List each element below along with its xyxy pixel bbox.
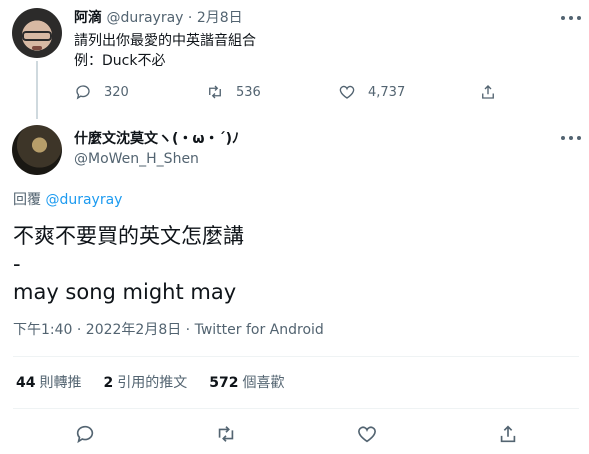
tweet-line: - bbox=[13, 252, 21, 276]
tweet-text: 不爽不要買的英文怎麼講 - may song might may bbox=[13, 222, 244, 306]
like-count: 4,737 bbox=[368, 84, 406, 100]
retweet-button[interactable]: 536 bbox=[206, 82, 261, 102]
thread-connector-line bbox=[36, 61, 38, 119]
share-button[interactable] bbox=[496, 422, 520, 446]
parent-handle[interactable]: @durayray bbox=[106, 10, 183, 26]
like-button[interactable]: 4,737 bbox=[338, 82, 405, 102]
parent-display-name[interactable]: 阿滴 bbox=[74, 10, 102, 26]
heart-icon bbox=[339, 85, 355, 99]
author-display-name[interactable]: 什麼文沈莫文ヽ(・ω・´)ﾉ bbox=[74, 130, 239, 148]
reply-button[interactable]: 320 bbox=[74, 82, 129, 102]
share-button[interactable] bbox=[479, 82, 497, 102]
author-handle[interactable]: @MoWen_H_Shen bbox=[74, 150, 199, 168]
reply-to-handle[interactable]: @durayray bbox=[45, 192, 122, 208]
retweets-stat-count: 44 bbox=[16, 375, 36, 391]
likes-stat-count: 572 bbox=[209, 375, 239, 391]
retweet-icon bbox=[209, 85, 221, 99]
like-button[interactable] bbox=[355, 422, 379, 446]
retweets-stat-label: 則轉推 bbox=[39, 375, 82, 391]
share-icon bbox=[482, 85, 494, 99]
tweet-timestamp-source[interactable]: 下午1:40 · 2022年2月8日 · Twitter for Android bbox=[13, 321, 324, 339]
parent-avatar[interactable] bbox=[12, 8, 62, 58]
parent-tweet-line: 例：Duck不必 bbox=[74, 53, 166, 69]
parent-tweet-text: 請列出你最愛的中英諧音組合 例：Duck不必 bbox=[74, 31, 256, 71]
reply-button[interactable] bbox=[73, 422, 97, 446]
divider bbox=[13, 356, 579, 357]
likes-stat[interactable]: 572 個喜歡 bbox=[209, 374, 284, 392]
replying-to: 回覆 @durayray bbox=[13, 191, 122, 209]
retweet-button[interactable] bbox=[214, 422, 238, 446]
main-action-bar bbox=[0, 422, 589, 446]
tweet-line: 不爽不要買的英文怎麼講 bbox=[13, 224, 244, 248]
parent-date[interactable]: 2月8日 bbox=[197, 10, 243, 26]
tweet-line: may song might may bbox=[13, 280, 237, 304]
more-dots-icon[interactable] bbox=[561, 135, 581, 141]
parent-tweet-line: 請列出你最愛的中英諧音組合 bbox=[74, 33, 256, 49]
reply-prefix: 回覆 bbox=[13, 192, 41, 208]
author-avatar[interactable] bbox=[12, 125, 62, 175]
retweets-stat[interactable]: 44 則轉推 bbox=[16, 374, 81, 392]
separator-dot: · bbox=[187, 10, 193, 26]
avatar-glasses bbox=[22, 31, 52, 41]
parent-header: 阿滴 @durayray · 2月8日 bbox=[74, 9, 243, 27]
quotes-stat[interactable]: 2 引用的推文 bbox=[103, 374, 187, 392]
retweet-count: 536 bbox=[236, 84, 261, 100]
retweet-icon bbox=[218, 426, 234, 442]
avatar-mouth bbox=[32, 46, 42, 50]
engagement-stats: 44 則轉推 2 引用的推文 572 個喜歡 bbox=[16, 374, 284, 392]
share-icon bbox=[500, 425, 516, 443]
parent-action-bar: 320 536 4,737 bbox=[74, 82, 514, 102]
reply-bubble-icon bbox=[76, 85, 90, 100]
more-dots-icon[interactable] bbox=[561, 15, 581, 21]
quotes-stat-label: 引用的推文 bbox=[117, 375, 188, 391]
reply-bubble-icon bbox=[76, 425, 94, 444]
heart-icon bbox=[358, 426, 376, 443]
divider bbox=[13, 408, 579, 409]
reply-count: 320 bbox=[104, 84, 129, 100]
quotes-stat-count: 2 bbox=[103, 375, 114, 391]
likes-stat-label: 個喜歡 bbox=[242, 375, 285, 391]
